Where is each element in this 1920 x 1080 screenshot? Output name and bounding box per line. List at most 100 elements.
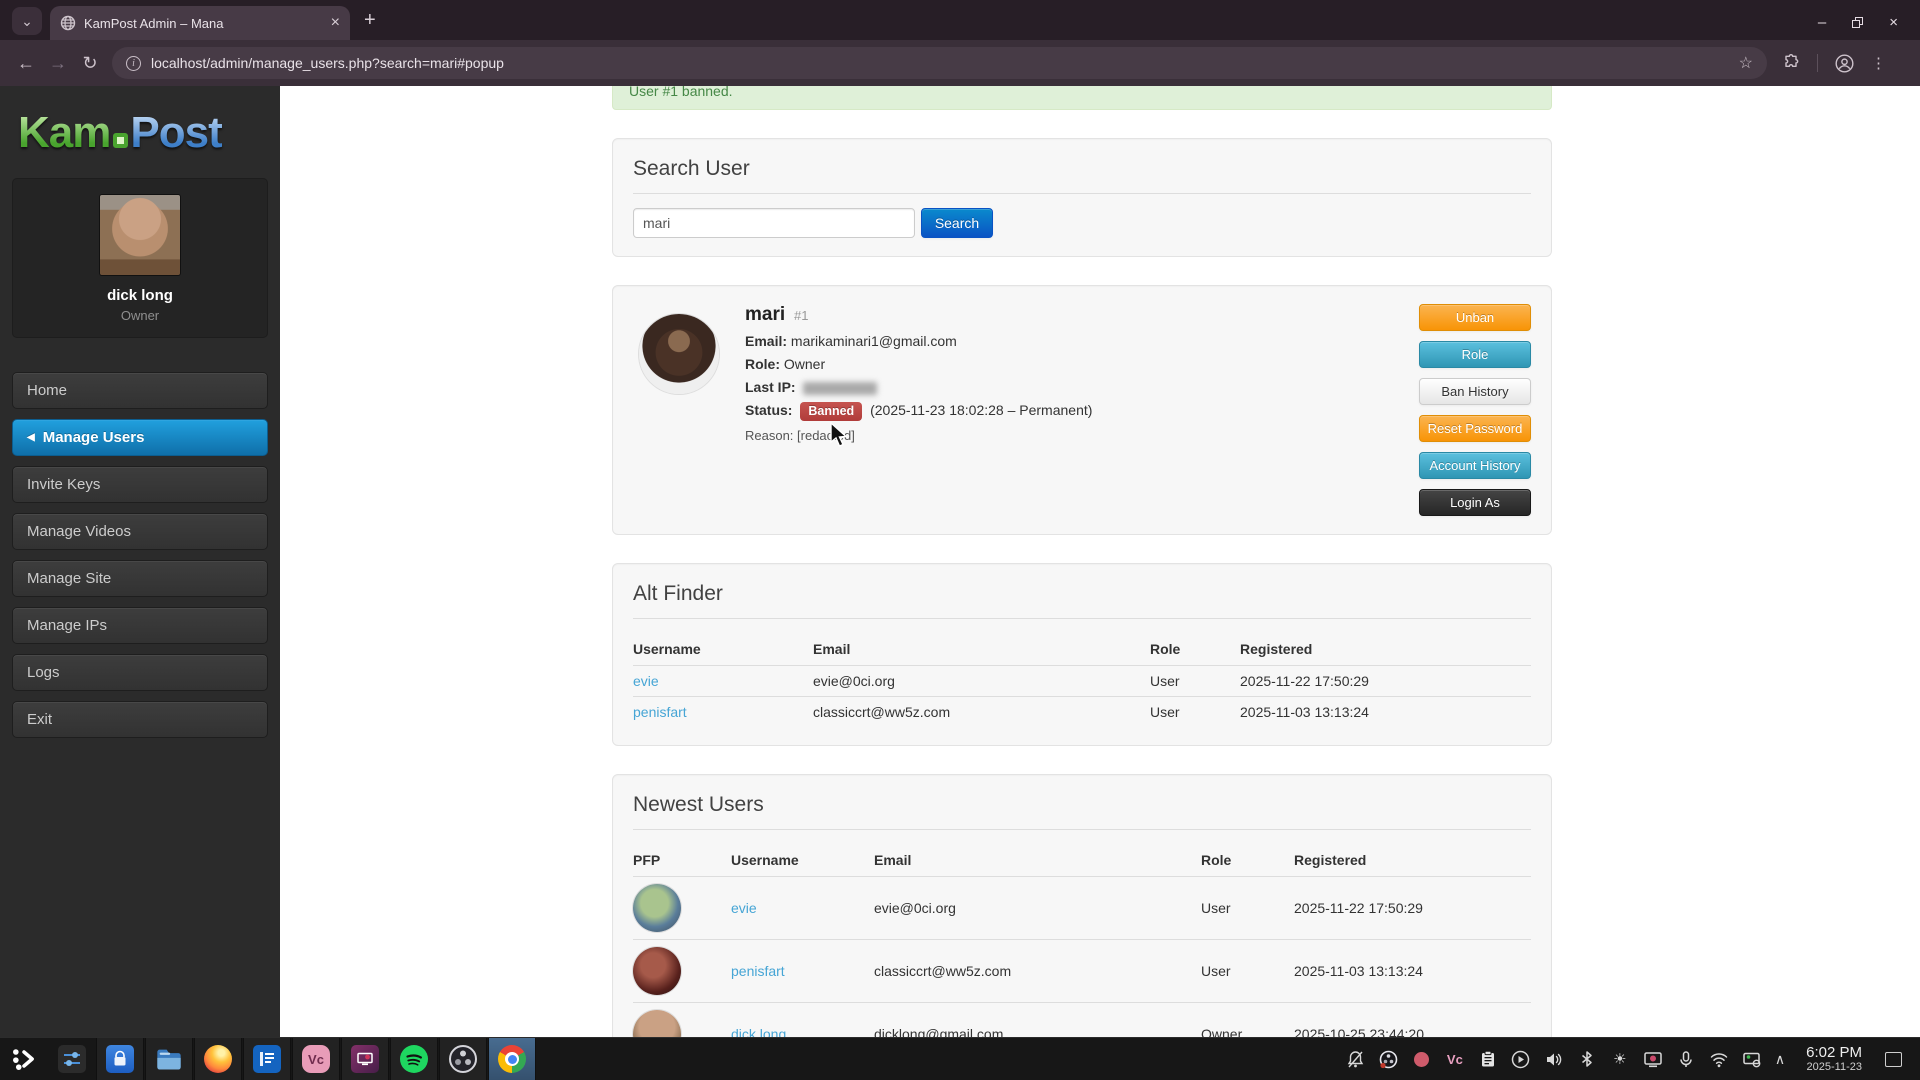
new-tab-button[interactable]: + (364, 9, 376, 32)
ban-detail: (2025-11-23 18:02:28 – Permanent) (870, 402, 1093, 418)
window-controls: – × (1818, 15, 1920, 40)
obs-button[interactable] (439, 1038, 487, 1080)
ban-history-button[interactable]: Ban History (1419, 378, 1531, 405)
clipboard-tray-icon[interactable] (1478, 1049, 1498, 1069)
reload-button[interactable]: ↻ (74, 53, 106, 74)
sidebar-item-label: Exit (27, 711, 53, 728)
editor-icon (253, 1045, 281, 1073)
sidebar-item-manage-ips[interactable]: Manage IPs (12, 607, 268, 644)
unban-button[interactable]: Unban (1419, 304, 1531, 331)
store-bag-icon (106, 1045, 134, 1073)
back-button[interactable]: ← (10, 53, 42, 74)
obs-tray-icon[interactable] (1379, 1049, 1399, 1069)
browser-tab[interactable]: KamPost Admin – Mana × (50, 6, 350, 40)
vencord-tray-icon[interactable]: Vc (1445, 1049, 1465, 1069)
forward-button[interactable]: → (42, 53, 74, 74)
globe-favicon-icon (60, 15, 76, 31)
microphone-icon[interactable] (1676, 1049, 1696, 1069)
browser-menu-icon[interactable]: ⋮ (1871, 54, 1886, 72)
sidebar-item-label: Manage Site (27, 570, 112, 587)
search-input[interactable] (633, 208, 915, 238)
bluetooth-icon[interactable] (1577, 1049, 1597, 1069)
software-store-button[interactable] (96, 1038, 144, 1080)
page-viewport: Kam Post dick long Owner Home ◀ Manage U… (0, 86, 1920, 1037)
search-button[interactable]: Search (921, 208, 993, 238)
sidebar: Kam Post dick long Owner Home ◀ Manage U… (0, 86, 280, 1037)
brightness-icon[interactable]: ☀ (1610, 1049, 1630, 1069)
sidebar-item-exit[interactable]: Exit (12, 701, 268, 738)
username-link[interactable]: evie (731, 900, 757, 916)
username-link[interactable]: penisfart (633, 704, 687, 720)
show-desktop-button[interactable] (1885, 1051, 1902, 1067)
sidebar-item-invite-keys[interactable]: Invite Keys (12, 466, 268, 503)
username-link[interactable]: penisfart (731, 963, 785, 979)
sidebar-item-manage-videos[interactable]: Manage Videos (12, 513, 268, 550)
obs-icon (449, 1045, 477, 1073)
tray-expand-icon[interactable]: ∧ (1775, 1051, 1785, 1068)
recording-indicator-icon[interactable] (1412, 1049, 1432, 1069)
role-button[interactable]: Role (1419, 341, 1531, 368)
profile-avatar-icon[interactable] (1834, 53, 1855, 74)
display-settings-icon[interactable] (1742, 1049, 1762, 1069)
site-info-icon[interactable]: i (126, 55, 141, 71)
email-value: marikaminari1@gmail.com (790, 333, 957, 349)
user-actions: Unban Role Ban History Reset Password Ac… (1419, 304, 1531, 516)
divider (633, 829, 1531, 830)
text-editor-button[interactable] (243, 1038, 291, 1080)
screen-recorder-button[interactable] (341, 1038, 389, 1080)
url-bar[interactable]: i localhost/admin/manage_users.php?searc… (112, 47, 1767, 79)
vc-icon: Vc (302, 1045, 330, 1073)
role-cell: User (1150, 696, 1240, 727)
firefox-button[interactable] (194, 1038, 242, 1080)
settings-sliders-button[interactable] (48, 1038, 96, 1080)
volume-icon[interactable] (1544, 1049, 1564, 1069)
tab-search-button[interactable]: ⌄ (12, 7, 42, 35)
taskbar-clock[interactable]: 6:02 PM 2025-11-23 (1806, 1044, 1862, 1074)
sidebar-item-logs[interactable]: Logs (12, 654, 268, 691)
sidebar-nav: Home ◀ Manage Users Invite Keys Manage V… (0, 372, 280, 738)
close-window-button[interactable]: × (1889, 15, 1898, 30)
screenshare-icon[interactable] (1643, 1049, 1663, 1069)
sidebar-item-manage-users[interactable]: ◀ Manage Users (12, 419, 268, 456)
sidebar-item-label: Manage Videos (27, 523, 131, 540)
bookmark-star-icon[interactable]: ☆ (1739, 53, 1753, 73)
reset-password-button[interactable]: Reset Password (1419, 415, 1531, 442)
success-banner: User #1 banned. (612, 86, 1552, 110)
wifi-icon[interactable] (1709, 1049, 1729, 1069)
username: mari (745, 304, 786, 325)
login-as-button[interactable]: Login As (1419, 489, 1531, 516)
column-header: Registered (1240, 641, 1313, 657)
tab-close-icon[interactable]: × (331, 15, 340, 31)
app-launcher-button[interactable] (0, 1038, 48, 1080)
restore-button[interactable] (1852, 17, 1864, 28)
newest-users-table: PFP Username Email Role Registered evie (633, 844, 1531, 1037)
username-link[interactable]: evie (633, 673, 659, 689)
media-play-tray-icon[interactable] (1511, 1049, 1531, 1069)
active-arrow-icon: ◀ (27, 432, 35, 443)
file-manager-button[interactable] (145, 1038, 193, 1080)
account-history-button[interactable]: Account History (1419, 452, 1531, 479)
role-value: Owner (783, 356, 826, 372)
table-row: penisfart classiccrt@ww5z.com User 2025-… (633, 939, 1531, 1003)
launcher-icon (13, 1049, 34, 1070)
extensions-puzzle-icon[interactable] (1781, 53, 1801, 73)
vencord-button[interactable]: Vc (292, 1038, 340, 1080)
sidebar-item-manage-site[interactable]: Manage Site (12, 560, 268, 597)
notifications-muted-icon[interactable] (1346, 1049, 1366, 1069)
status-badge: Banned (800, 402, 863, 421)
sidebar-item-label: Manage Users (42, 429, 145, 446)
logo-camera-icon (113, 132, 129, 148)
clock-date: 2025-11-23 (1806, 1061, 1862, 1074)
email-cell: classiccrt@ww5z.com (874, 939, 1201, 1003)
sidebar-item-home[interactable]: Home (12, 372, 268, 409)
minimize-button[interactable]: – (1818, 15, 1826, 30)
avatar (100, 195, 180, 275)
role-cell: User (1201, 876, 1294, 940)
chrome-button[interactable] (488, 1038, 536, 1080)
newest-users-heading: Newest Users (633, 793, 764, 816)
email-cell: classiccrt@ww5z.com (813, 696, 1150, 727)
spotify-button[interactable] (390, 1038, 438, 1080)
sidebar-item-label: Manage IPs (27, 617, 108, 634)
username-link[interactable]: dick long (731, 1026, 786, 1037)
divider (633, 618, 1531, 619)
